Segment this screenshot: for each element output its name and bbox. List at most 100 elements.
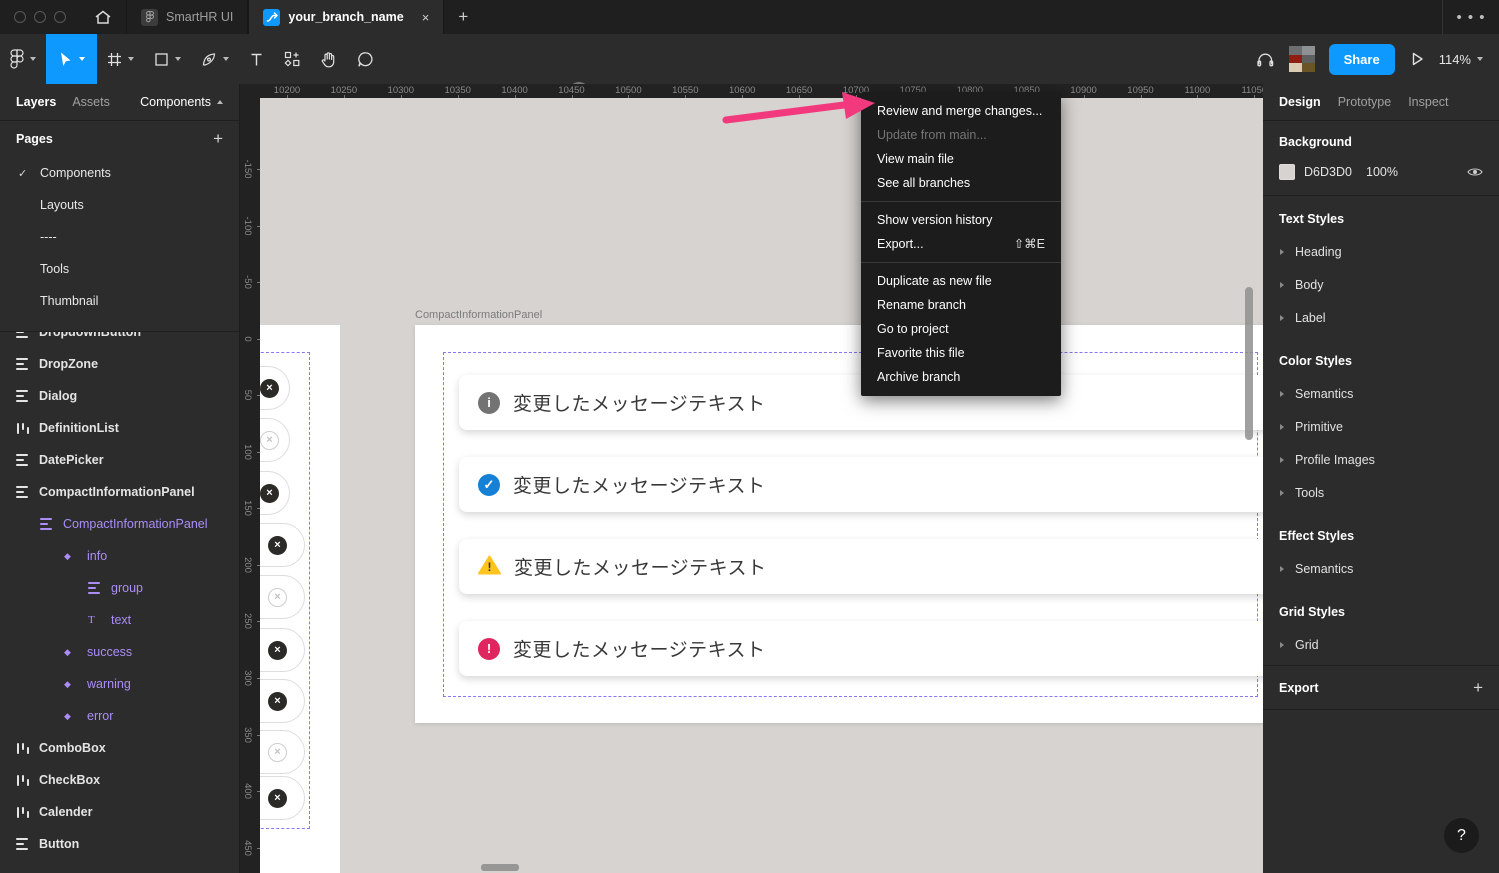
layer-row[interactable]: group: [0, 572, 239, 604]
compact-information-panel-frame[interactable]: i変更したメッセージテキスト✓変更したメッセージテキスト!変更したメッセージテキ…: [415, 325, 1263, 723]
window-menu-button[interactable]: • • •: [1443, 9, 1499, 26]
pen-tool-button[interactable]: [191, 34, 239, 84]
horizontal-scrollbar[interactable]: [481, 864, 519, 871]
tab-prototype[interactable]: Prototype: [1338, 95, 1392, 109]
page-row-components[interactable]: ✓Components: [0, 157, 239, 189]
layer-row[interactable]: ComboBox: [0, 732, 239, 764]
tab-inspect[interactable]: Inspect: [1408, 95, 1448, 109]
move-tool-button[interactable]: [46, 34, 97, 84]
chip-remove-button[interactable]: ×: [268, 692, 287, 711]
tab-smarthr-ui[interactable]: SmartHR UI: [126, 0, 248, 34]
menu-item[interactable]: Rename branch: [861, 293, 1061, 317]
chip-remove-button[interactable]: ×: [268, 789, 287, 808]
style-section-title: Text Styles: [1263, 202, 1499, 235]
style-item-profile-images[interactable]: Profile Images: [1263, 443, 1499, 476]
layer-row[interactable]: ◆success: [0, 636, 239, 668]
style-item-body[interactable]: Body: [1263, 268, 1499, 301]
shape-tool-button[interactable]: [144, 34, 191, 84]
layer-row[interactable]: ◆error: [0, 700, 239, 732]
style-item-semantics[interactable]: Semantics: [1263, 377, 1499, 410]
style-item-label[interactable]: Label: [1263, 301, 1499, 334]
component-icon: ◆: [64, 648, 78, 657]
layer-row[interactable]: Button: [0, 828, 239, 860]
minimize-window-icon[interactable]: [34, 11, 46, 23]
style-item-heading[interactable]: Heading: [1263, 235, 1499, 268]
message-card-error[interactable]: !変更したメッセージテキスト: [459, 621, 1263, 676]
chip-remove-button[interactable]: ×: [268, 641, 287, 660]
style-item-tools[interactable]: Tools: [1263, 476, 1499, 509]
layer-row[interactable]: DefinitionList: [0, 412, 239, 444]
close-window-icon[interactable]: [14, 11, 26, 23]
menu-item[interactable]: Duplicate as new file: [861, 269, 1061, 293]
layer-row[interactable]: CompactInformationPanel: [0, 508, 239, 540]
menu-item[interactable]: View main file: [861, 147, 1061, 171]
components-mode-dropdown[interactable]: Components: [140, 95, 223, 109]
background-hex-value[interactable]: D6D3D0: [1304, 165, 1366, 179]
zoom-level-control[interactable]: 114%: [1439, 52, 1483, 67]
add-export-button[interactable]: +: [1473, 678, 1483, 698]
layer-row[interactable]: DropZone: [0, 348, 239, 380]
canvas[interactable]: 1020010250103001035010400104501050010550…: [240, 84, 1263, 873]
share-button[interactable]: Share: [1329, 44, 1395, 75]
frame-layer-icon: [16, 837, 30, 851]
audio-headphones-icon[interactable]: [1256, 51, 1275, 68]
page-row-layouts[interactable]: Layouts: [0, 189, 239, 221]
chip-component-frame[interactable]: × × × × × × × × ×: [260, 325, 340, 873]
tab-layers[interactable]: Layers: [16, 95, 56, 109]
layer-row[interactable]: DatePicker: [0, 444, 239, 476]
menu-item[interactable]: Archive branch: [861, 365, 1061, 389]
style-item-semantics[interactable]: Semantics: [1263, 552, 1499, 585]
menu-item[interactable]: See all branches: [861, 171, 1061, 195]
component-icon: ◆: [64, 680, 78, 689]
close-tab-icon[interactable]: ×: [422, 10, 430, 25]
hand-tool-button[interactable]: [310, 34, 347, 84]
chip-remove-button[interactable]: ×: [260, 379, 279, 398]
layer-row[interactable]: Dialog: [0, 380, 239, 412]
style-item-grid[interactable]: Grid: [1263, 628, 1499, 661]
color-swatch[interactable]: [1279, 164, 1295, 180]
background-opacity-value[interactable]: 100%: [1366, 165, 1398, 179]
layer-row[interactable]: ◆warning: [0, 668, 239, 700]
menu-item[interactable]: Show version history: [861, 208, 1061, 232]
menu-item[interactable]: Export...⇧⌘E: [861, 232, 1061, 256]
home-button[interactable]: [80, 0, 126, 34]
text-tool-button[interactable]: [239, 34, 274, 84]
menu-item[interactable]: Favorite this file: [861, 341, 1061, 365]
help-button[interactable]: ?: [1444, 818, 1479, 853]
menu-item[interactable]: Go to project: [861, 317, 1061, 341]
frame-title-label[interactable]: CompactInformationPanel: [415, 309, 542, 321]
layer-row[interactable]: ◆info: [0, 540, 239, 572]
resources-tool-button[interactable]: [274, 34, 310, 84]
chip-remove-button[interactable]: ×: [268, 588, 287, 607]
zoom-window-icon[interactable]: [54, 11, 66, 23]
tab-your-branch-name[interactable]: your_branch_name ×: [248, 0, 444, 34]
layer-row[interactable]: Calender: [0, 796, 239, 828]
layer-row[interactable]: Ttext: [0, 604, 239, 636]
vertical-scrollbar[interactable]: [1245, 287, 1253, 440]
tab-assets[interactable]: Assets: [72, 95, 110, 109]
present-play-icon[interactable]: [1409, 51, 1425, 67]
chip-remove-button[interactable]: ×: [260, 431, 279, 450]
add-page-button[interactable]: +: [213, 129, 223, 149]
window-controls[interactable]: [0, 0, 80, 34]
page-row-tools[interactable]: Tools: [0, 253, 239, 285]
main-menu-button[interactable]: [0, 34, 46, 84]
frame-tool-button[interactable]: [97, 34, 144, 84]
visibility-toggle[interactable]: [1467, 166, 1483, 178]
page-row-thumbnail[interactable]: Thumbnail: [0, 285, 239, 317]
menu-item[interactable]: Review and merge changes...: [861, 99, 1061, 123]
message-card-warning[interactable]: !変更したメッセージテキスト: [459, 539, 1263, 594]
message-card-success[interactable]: ✓変更したメッセージテキスト: [459, 457, 1263, 512]
layer-row[interactable]: DropdownButton: [0, 331, 239, 348]
chip-remove-button[interactable]: ×: [268, 743, 287, 762]
comment-tool-button[interactable]: [347, 34, 384, 84]
layer-row[interactable]: CompactInformationPanel: [0, 476, 239, 508]
tab-design[interactable]: Design: [1279, 95, 1321, 109]
style-item-primitive[interactable]: Primitive: [1263, 410, 1499, 443]
page-row-----[interactable]: ----: [0, 221, 239, 253]
layer-row[interactable]: CheckBox: [0, 764, 239, 796]
user-avatar[interactable]: [1289, 46, 1315, 72]
chip-remove-button[interactable]: ×: [260, 484, 279, 503]
new-tab-button[interactable]: +: [444, 0, 482, 34]
chip-remove-button[interactable]: ×: [268, 536, 287, 555]
